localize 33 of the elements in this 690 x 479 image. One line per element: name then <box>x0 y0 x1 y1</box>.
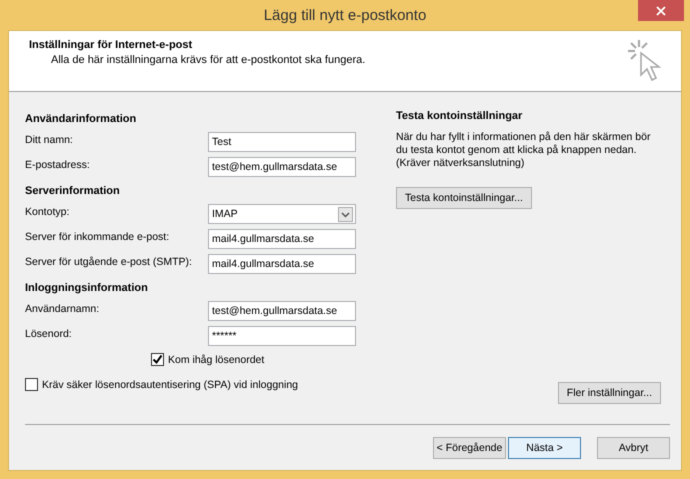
field-label: E-postadress: <box>25 158 91 171</box>
close-icon <box>656 6 666 16</box>
field-label: Server för utgående e-post (SMTP): <box>25 255 193 268</box>
caret-icon <box>338 206 353 222</box>
password-field[interactable]: ****** <box>208 326 356 346</box>
input-field[interactable]: mail4.gullmarsdata.se <box>208 229 356 249</box>
input-field[interactable]: test@hem.gullmarsdata.se <box>208 301 356 321</box>
description-text: När du har fyllt i informationen på den här skärmen bör du testa kontot genom att klicka på knappen nedan. (Kräver nätverksanslutning) <box>396 131 652 170</box>
close-button[interactable] <box>638 0 684 21</box>
test-settings-button[interactable]: Testa kontoinställningar... <box>396 187 532 209</box>
section-heading: Användarinformation <box>25 113 138 125</box>
field-label: Användarnamn: <box>25 302 100 315</box>
field-label: Kontotyp: <box>25 205 70 218</box>
wizard-button[interactable]: Nästa > <box>508 436 581 458</box>
spa-checkbox[interactable]: Kräv säker lösenordsautentisering (SPA) vid inloggning <box>25 378 356 391</box>
header-subtitle: Alla de här inställningarna krävs för att e-postkontot ska fungera. <box>51 54 366 66</box>
input-field[interactable]: Test <box>208 132 356 152</box>
field-label: Server för inkommande e-post: <box>25 230 170 243</box>
wizard-button[interactable]: < Föregående <box>433 436 506 458</box>
section-heading: Serverinformation <box>25 185 121 197</box>
section-heading: Testa kontoinställningar <box>396 110 522 122</box>
wizard-button[interactable]: Avbryt <box>597 436 670 458</box>
remember-password-checkbox[interactable]: Kom ihåg lösenordet <box>151 353 356 366</box>
section-heading: Inloggningsinformation <box>25 282 149 294</box>
field-label: Ditt namn: <box>25 133 74 146</box>
more-settings-button[interactable]: Fler inställningar... <box>558 382 661 404</box>
input-field[interactable]: mail4.gullmarsdata.se <box>208 254 356 274</box>
header-title: Inställningar för Internet-e-post <box>29 39 194 51</box>
window-title: Lägg till nytt e-postkonto <box>264 6 426 24</box>
checkmark-icon <box>152 354 163 365</box>
input-field[interactable]: test@hem.gullmarsdata.se <box>208 157 356 177</box>
account-type-dropdown[interactable]: IMAP <box>208 204 356 224</box>
field-label: Lösenord: <box>25 327 73 340</box>
